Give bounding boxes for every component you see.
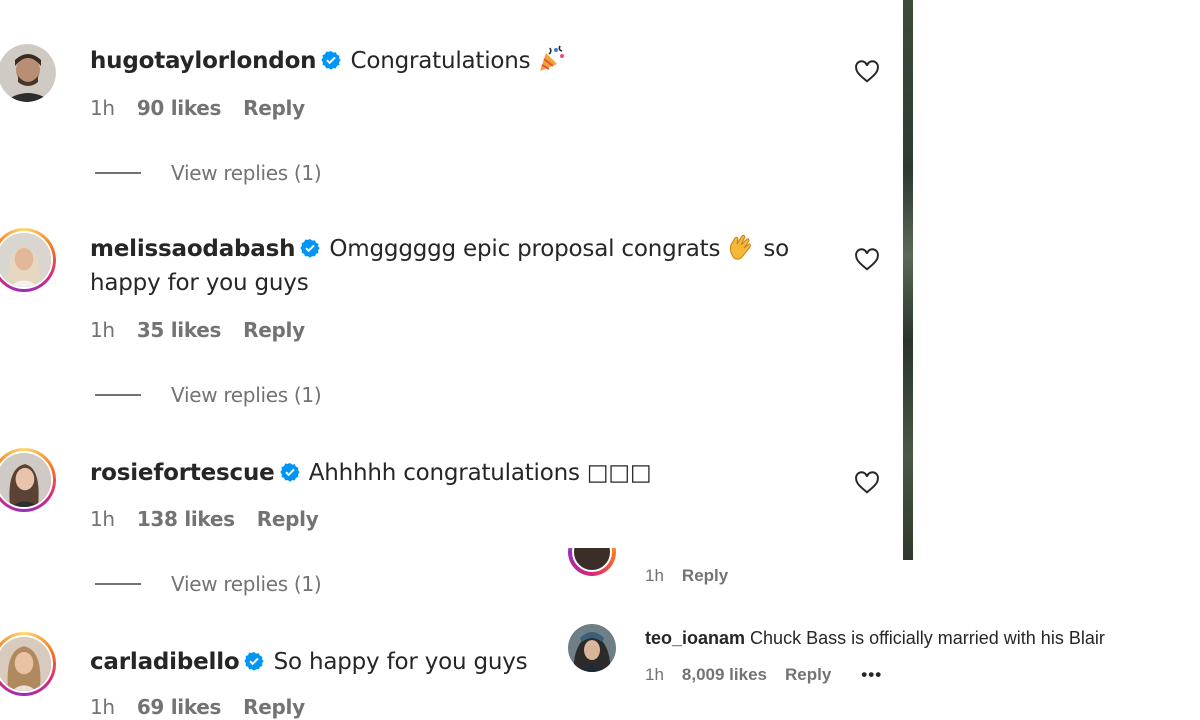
comment-meta: 1h 8,009 likes Reply ••• (645, 665, 882, 685)
heart-icon[interactable] (854, 247, 880, 273)
view-replies-button[interactable]: View replies (1) (95, 383, 322, 407)
comment-time[interactable]: 1h (90, 507, 115, 531)
post-media-edge (903, 0, 913, 568)
verified-badge-icon (300, 239, 320, 258)
party-popper-emoji (540, 45, 565, 71)
comment-meta: 1h Reply (645, 566, 728, 586)
reply-button[interactable]: Reply (243, 695, 305, 719)
comment-time[interactable]: 1h (645, 566, 664, 586)
avatar[interactable] (568, 548, 616, 578)
comment-likes[interactable]: 35 likes (137, 318, 222, 342)
comment-username[interactable]: melissaodabash (90, 236, 295, 262)
comment-meta: 1h 90 likes Reply (90, 96, 305, 120)
comment-text-line: melissaodabash Omgggggg epic proposal co… (90, 232, 820, 300)
comment-likes[interactable]: 69 likes (137, 695, 222, 719)
view-replies-label: View replies (1) (171, 572, 322, 596)
comment-username[interactable]: rosiefortescue (90, 460, 275, 486)
comment-likes[interactable]: 138 likes (137, 507, 235, 531)
avatar-image (0, 637, 51, 691)
comment-meta: 1h 69 likes Reply (90, 695, 305, 719)
avatar[interactable] (0, 632, 56, 696)
divider-line (95, 583, 141, 585)
comment-text-line: hugotaylorlondon Congratulations (90, 44, 820, 78)
overlay-comment-panel: 1h Reply teo_ioanam Chuck Bass is offici… (556, 548, 1200, 720)
view-replies-button[interactable]: View replies (1) (95, 572, 322, 596)
comment-likes[interactable]: 8,009 likes (682, 665, 767, 685)
view-replies-button[interactable]: View replies (1) (95, 161, 322, 185)
comment-body: Chuck Bass is officially married with hi… (750, 628, 1105, 648)
avatar-image (0, 44, 56, 102)
heart-icon[interactable] (854, 470, 880, 496)
comment-body: So happy for you guys (273, 649, 528, 675)
verified-badge-icon (321, 51, 342, 70)
avatar[interactable] (0, 44, 56, 102)
reply-button[interactable]: Reply (682, 566, 728, 586)
verified-badge-icon (279, 463, 300, 482)
verified-badge-icon (244, 652, 265, 671)
avatar-image (0, 233, 51, 287)
reply-button[interactable]: Reply (257, 507, 319, 531)
comment-body: Congratulations (350, 48, 531, 74)
comment-text-line: rosiefortescue Ahhhhh congratulations □□… (90, 456, 820, 490)
avatar-image (568, 624, 616, 672)
comment-username[interactable]: teo_ioanam (645, 628, 745, 648)
comment-time[interactable]: 1h (90, 96, 115, 120)
comment-username[interactable]: carladibello (90, 649, 240, 675)
view-replies-label: View replies (1) (171, 161, 322, 185)
comment-username[interactable]: hugotaylorlondon (90, 48, 317, 74)
comment-meta: 1h 35 likes Reply (90, 318, 305, 342)
avatar[interactable] (568, 624, 616, 672)
heart-icon[interactable] (854, 59, 880, 85)
comment-time[interactable]: 1h (90, 318, 115, 342)
avatar[interactable] (0, 448, 56, 512)
divider-line (95, 394, 141, 396)
more-icon[interactable]: ••• (861, 665, 882, 685)
comment-text-line: teo_ioanam Chuck Bass is officially marr… (645, 628, 1105, 649)
reply-button[interactable]: Reply (243, 318, 305, 342)
divider-line (95, 172, 141, 174)
comment-meta: 1h 138 likes Reply (90, 507, 319, 531)
comment-time[interactable]: 1h (90, 695, 115, 719)
comment-time[interactable]: 1h (645, 665, 664, 685)
avatar-image (0, 453, 51, 507)
avatar[interactable] (0, 228, 56, 292)
comment-body: Omgggggg epic proposal congrats (329, 236, 721, 262)
view-replies-label: View replies (1) (171, 383, 322, 407)
comment-likes[interactable]: 90 likes (137, 96, 222, 120)
comment-body: Ahhhhh congratulations □□□ (308, 460, 652, 486)
reply-button[interactable]: Reply (243, 96, 305, 120)
reply-button[interactable]: Reply (785, 665, 831, 685)
clapping-hands-emoji (730, 234, 752, 260)
